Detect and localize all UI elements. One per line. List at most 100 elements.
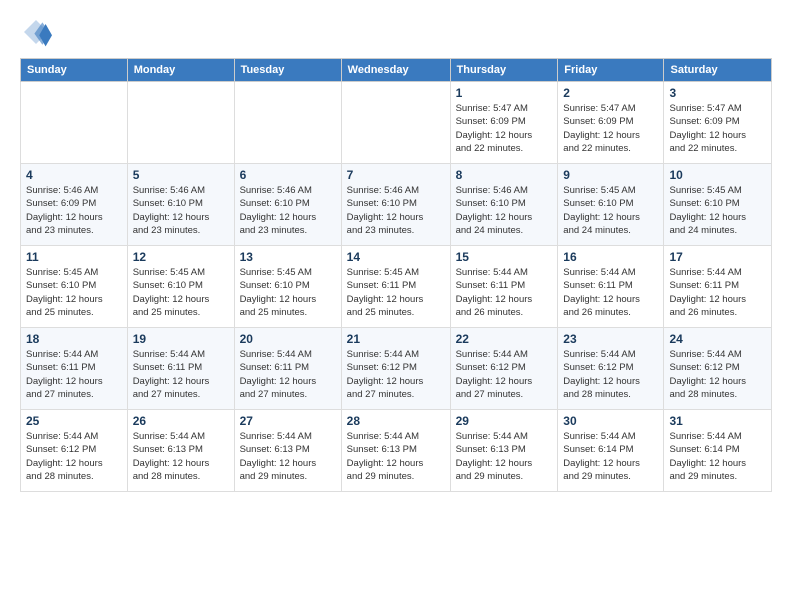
calendar-cell: 27 Sunrise: 5:44 AM Sunset: 6:13 PM Dayli… — [234, 410, 341, 492]
day-info: Sunrise: 5:44 AM Sunset: 6:14 PM Dayligh… — [669, 430, 766, 483]
day-info: Sunrise: 5:44 AM Sunset: 6:12 PM Dayligh… — [456, 348, 553, 401]
calendar-cell: 12 Sunrise: 5:45 AM Sunset: 6:10 PM Dayli… — [127, 246, 234, 328]
calendar-cell: 5 Sunrise: 5:46 AM Sunset: 6:10 PM Daylig… — [127, 164, 234, 246]
day-info: Sunrise: 5:44 AM Sunset: 6:11 PM Dayligh… — [669, 266, 766, 319]
day-number: 2 — [563, 86, 658, 100]
day-number: 22 — [456, 332, 553, 346]
day-number: 29 — [456, 414, 553, 428]
calendar-cell: 24 Sunrise: 5:44 AM Sunset: 6:12 PM Dayli… — [664, 328, 772, 410]
day-info: Sunrise: 5:44 AM Sunset: 6:11 PM Dayligh… — [240, 348, 336, 401]
calendar-header-cell: Sunday — [21, 59, 128, 82]
calendar-header-cell: Tuesday — [234, 59, 341, 82]
day-number: 7 — [347, 168, 445, 182]
day-info: Sunrise: 5:45 AM Sunset: 6:10 PM Dayligh… — [669, 184, 766, 237]
day-info: Sunrise: 5:47 AM Sunset: 6:09 PM Dayligh… — [669, 102, 766, 155]
day-info: Sunrise: 5:44 AM Sunset: 6:12 PM Dayligh… — [563, 348, 658, 401]
day-info: Sunrise: 5:44 AM Sunset: 6:11 PM Dayligh… — [456, 266, 553, 319]
calendar-week-row: 18 Sunrise: 5:44 AM Sunset: 6:11 PM Dayli… — [21, 328, 772, 410]
day-number: 11 — [26, 250, 122, 264]
calendar-cell: 14 Sunrise: 5:45 AM Sunset: 6:11 PM Dayli… — [341, 246, 450, 328]
day-number: 19 — [133, 332, 229, 346]
calendar-cell: 20 Sunrise: 5:44 AM Sunset: 6:11 PM Dayli… — [234, 328, 341, 410]
calendar-cell: 17 Sunrise: 5:44 AM Sunset: 6:11 PM Dayli… — [664, 246, 772, 328]
day-info: Sunrise: 5:44 AM Sunset: 6:11 PM Dayligh… — [563, 266, 658, 319]
calendar-week-row: 4 Sunrise: 5:46 AM Sunset: 6:09 PM Daylig… — [21, 164, 772, 246]
calendar-cell: 22 Sunrise: 5:44 AM Sunset: 6:12 PM Dayli… — [450, 328, 558, 410]
day-number: 6 — [240, 168, 336, 182]
day-number: 8 — [456, 168, 553, 182]
day-info: Sunrise: 5:44 AM Sunset: 6:12 PM Dayligh… — [669, 348, 766, 401]
day-number: 21 — [347, 332, 445, 346]
day-info: Sunrise: 5:46 AM Sunset: 6:10 PM Dayligh… — [347, 184, 445, 237]
day-number: 30 — [563, 414, 658, 428]
day-number: 23 — [563, 332, 658, 346]
day-info: Sunrise: 5:45 AM Sunset: 6:10 PM Dayligh… — [240, 266, 336, 319]
calendar-cell — [341, 82, 450, 164]
day-info: Sunrise: 5:44 AM Sunset: 6:13 PM Dayligh… — [456, 430, 553, 483]
calendar-header-cell: Saturday — [664, 59, 772, 82]
day-number: 27 — [240, 414, 336, 428]
day-number: 31 — [669, 414, 766, 428]
calendar-header-cell: Thursday — [450, 59, 558, 82]
day-info: Sunrise: 5:46 AM Sunset: 6:09 PM Dayligh… — [26, 184, 122, 237]
page: SundayMondayTuesdayWednesdayThursdayFrid… — [0, 0, 792, 612]
calendar-cell: 2 Sunrise: 5:47 AM Sunset: 6:09 PM Daylig… — [558, 82, 664, 164]
calendar-cell: 7 Sunrise: 5:46 AM Sunset: 6:10 PM Daylig… — [341, 164, 450, 246]
day-number: 20 — [240, 332, 336, 346]
day-info: Sunrise: 5:44 AM Sunset: 6:13 PM Dayligh… — [240, 430, 336, 483]
day-info: Sunrise: 5:47 AM Sunset: 6:09 PM Dayligh… — [456, 102, 553, 155]
calendar-cell: 13 Sunrise: 5:45 AM Sunset: 6:10 PM Dayli… — [234, 246, 341, 328]
day-number: 5 — [133, 168, 229, 182]
calendar-cell: 15 Sunrise: 5:44 AM Sunset: 6:11 PM Dayli… — [450, 246, 558, 328]
calendar-cell: 8Sunrise: 5:46 AM Sunset: 6:10 PM Daylig… — [450, 164, 558, 246]
day-number: 16 — [563, 250, 658, 264]
day-info: Sunrise: 5:47 AM Sunset: 6:09 PM Dayligh… — [563, 102, 658, 155]
logo-icon — [20, 16, 52, 48]
calendar-cell: 30 Sunrise: 5:44 AM Sunset: 6:14 PM Dayli… — [558, 410, 664, 492]
day-info: Sunrise: 5:44 AM Sunset: 6:14 PM Dayligh… — [563, 430, 658, 483]
calendar-cell — [21, 82, 128, 164]
day-info: Sunrise: 5:44 AM Sunset: 6:13 PM Dayligh… — [347, 430, 445, 483]
day-number: 25 — [26, 414, 122, 428]
calendar-cell: 10Sunrise: 5:45 AM Sunset: 6:10 PM Dayli… — [664, 164, 772, 246]
day-number: 9 — [563, 168, 658, 182]
day-number: 17 — [669, 250, 766, 264]
calendar-cell: 23 Sunrise: 5:44 AM Sunset: 6:12 PM Dayli… — [558, 328, 664, 410]
day-number: 12 — [133, 250, 229, 264]
calendar-header-row: SundayMondayTuesdayWednesdayThursdayFrid… — [21, 59, 772, 82]
calendar-header-cell: Monday — [127, 59, 234, 82]
calendar-cell: 19Sunrise: 5:44 AM Sunset: 6:11 PM Dayli… — [127, 328, 234, 410]
day-info: Sunrise: 5:45 AM Sunset: 6:10 PM Dayligh… — [133, 266, 229, 319]
day-number: 13 — [240, 250, 336, 264]
header — [20, 16, 772, 48]
calendar-week-row: 11 Sunrise: 5:45 AM Sunset: 6:10 PM Dayli… — [21, 246, 772, 328]
calendar-header-cell: Wednesday — [341, 59, 450, 82]
day-number: 18 — [26, 332, 122, 346]
calendar-cell: 31 Sunrise: 5:44 AM Sunset: 6:14 PM Dayli… — [664, 410, 772, 492]
day-number: 26 — [133, 414, 229, 428]
day-number: 15 — [456, 250, 553, 264]
day-info: Sunrise: 5:44 AM Sunset: 6:12 PM Dayligh… — [26, 430, 122, 483]
calendar-table: SundayMondayTuesdayWednesdayThursdayFrid… — [20, 58, 772, 492]
day-info: Sunrise: 5:45 AM Sunset: 6:11 PM Dayligh… — [347, 266, 445, 319]
calendar-cell: 16 Sunrise: 5:44 AM Sunset: 6:11 PM Dayli… — [558, 246, 664, 328]
calendar-cell: 18Sunrise: 5:44 AM Sunset: 6:11 PM Dayli… — [21, 328, 128, 410]
calendar-cell: 1 Sunrise: 5:47 AM Sunset: 6:09 PM Daylig… — [450, 82, 558, 164]
day-info: Sunrise: 5:45 AM Sunset: 6:10 PM Dayligh… — [26, 266, 122, 319]
calendar-cell: 21 Sunrise: 5:44 AM Sunset: 6:12 PM Dayli… — [341, 328, 450, 410]
day-number: 1 — [456, 86, 553, 100]
day-number: 14 — [347, 250, 445, 264]
calendar-cell: 28Sunrise: 5:44 AM Sunset: 6:13 PM Dayli… — [341, 410, 450, 492]
calendar-cell: 6 Sunrise: 5:46 AM Sunset: 6:10 PM Daylig… — [234, 164, 341, 246]
day-number: 24 — [669, 332, 766, 346]
calendar-cell: 25 Sunrise: 5:44 AM Sunset: 6:12 PM Dayli… — [21, 410, 128, 492]
calendar-cell: 9Sunrise: 5:45 AM Sunset: 6:10 PM Daylig… — [558, 164, 664, 246]
day-info: Sunrise: 5:44 AM Sunset: 6:12 PM Dayligh… — [347, 348, 445, 401]
calendar-week-row: 25 Sunrise: 5:44 AM Sunset: 6:12 PM Dayli… — [21, 410, 772, 492]
day-number: 4 — [26, 168, 122, 182]
day-info: Sunrise: 5:46 AM Sunset: 6:10 PM Dayligh… — [240, 184, 336, 237]
day-info: Sunrise: 5:46 AM Sunset: 6:10 PM Dayligh… — [133, 184, 229, 237]
calendar-cell — [234, 82, 341, 164]
calendar-cell: 26Sunrise: 5:44 AM Sunset: 6:13 PM Dayli… — [127, 410, 234, 492]
calendar-cell: 11 Sunrise: 5:45 AM Sunset: 6:10 PM Dayli… — [21, 246, 128, 328]
